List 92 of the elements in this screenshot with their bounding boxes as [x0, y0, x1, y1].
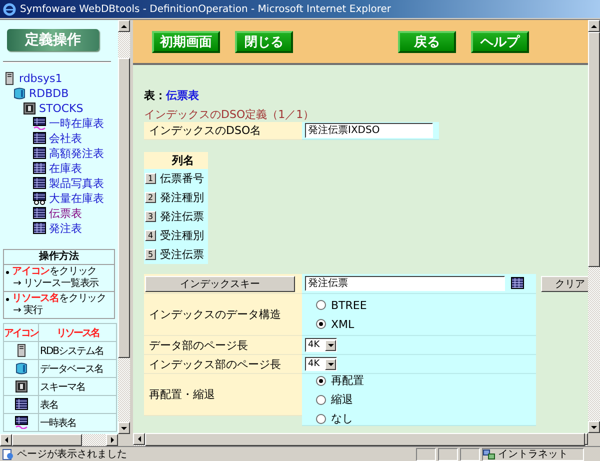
- tree-item[interactable]: RDBDB: [29, 87, 69, 100]
- option-label[interactable]: 縮退: [331, 392, 353, 407]
- tree-item[interactable]: STOCKS: [39, 102, 84, 115]
- radio-button[interactable]: [316, 319, 326, 329]
- input-field[interactable]: 発注伝票: [305, 276, 505, 291]
- tree-item[interactable]: 在庫表: [49, 161, 82, 176]
- temp-table-icon[interactable]: [33, 117, 46, 130]
- page-size-select[interactable]: 4K: [305, 338, 337, 352]
- option-label[interactable]: 再配置: [331, 373, 364, 388]
- help-text: → リソース一覧表示: [12, 278, 100, 290]
- radio-button[interactable]: [316, 414, 326, 424]
- section-header: 定義操作: [7, 29, 99, 51]
- page-icon: [2, 448, 14, 460]
- vertical-scrollbar[interactable]: [588, 20, 600, 433]
- field-label: インデックスのデータ構造: [149, 307, 281, 322]
- table-name: 伝票表: [166, 88, 199, 102]
- server-icon[interactable]: [14, 344, 28, 357]
- column-header: アイコン: [4, 324, 38, 341]
- schema-icon[interactable]: [14, 380, 28, 393]
- tree-item[interactable]: 高額発注表: [49, 146, 104, 161]
- table-icon[interactable]: [33, 162, 46, 175]
- field-label: 再配置・縮退: [149, 387, 215, 402]
- table-cell: データベース名: [39, 360, 116, 377]
- table-glasses-icon[interactable]: [33, 192, 46, 205]
- table-icon[interactable]: [33, 147, 46, 160]
- table-cell: 受注種別: [158, 226, 208, 245]
- radio-button[interactable]: [316, 300, 326, 310]
- toolbar-button[interactable]: 閉じる: [235, 30, 293, 52]
- tree-item[interactable]: 製品写真表: [49, 176, 104, 191]
- toolbar-button[interactable]: 初期画面: [152, 30, 220, 52]
- horizontal-scrollbar[interactable]: [133, 433, 588, 446]
- table-cell: 伝票番号: [158, 169, 208, 188]
- table-cell: 一時表名: [39, 414, 116, 431]
- schema-icon[interactable]: [23, 102, 36, 115]
- horizontal-scrollbar[interactable]: [0, 434, 118, 446]
- radio-button[interactable]: [316, 376, 326, 386]
- clear-button[interactable]: クリア: [541, 276, 588, 292]
- number-button[interactable]: 2: [145, 192, 156, 203]
- help-title: 操作方法: [4, 250, 114, 265]
- bullet-icon: [6, 298, 9, 300]
- field-label: インデックス部のページ長: [149, 356, 281, 372]
- table-icon[interactable]: [14, 398, 28, 411]
- number-button[interactable]: 4: [145, 230, 156, 241]
- network-icon: [483, 448, 495, 460]
- tree-item[interactable]: 一時在庫表: [49, 116, 104, 131]
- column-header: リソース名: [39, 324, 116, 341]
- field-label: データ部のページ長: [149, 338, 248, 352]
- section-title: インデックスのDSO定義（1／1）: [144, 108, 316, 122]
- server-icon[interactable]: [3, 72, 16, 85]
- index-key-button[interactable]: インデックスキー: [145, 276, 295, 292]
- table-cell: スキーマ名: [39, 378, 116, 395]
- help-text: アイコンをクリック: [12, 266, 97, 278]
- window-title: Symfoware WebDBtools - DefinitionOperation - Microsoft Internet Explorer: [20, 4, 392, 14]
- temp-table-icon[interactable]: [14, 416, 28, 429]
- table-icon[interactable]: [33, 177, 46, 190]
- toolbar-button[interactable]: ヘルプ: [471, 30, 529, 52]
- table-icon[interactable]: [33, 222, 46, 235]
- table-cell: 発注種別: [158, 188, 208, 207]
- table-icon[interactable]: [33, 132, 46, 145]
- tree-item[interactable]: 発注表: [49, 221, 82, 236]
- tree-item[interactable]: 大量在庫表: [49, 191, 104, 206]
- help-text: → 実行: [12, 305, 44, 317]
- tree-item[interactable]: 伝票表: [49, 206, 82, 221]
- database-icon[interactable]: [13, 87, 26, 100]
- table-cell: RDBシステム名: [39, 342, 116, 359]
- option-label[interactable]: BTREE: [331, 298, 367, 312]
- database-icon[interactable]: [14, 362, 28, 375]
- bullet-icon: [6, 270, 9, 274]
- input-field[interactable]: 発注伝票IXDSO: [305, 123, 433, 138]
- option-label[interactable]: なし: [331, 411, 353, 426]
- column-header: 列名: [158, 152, 208, 169]
- table-label: 表：: [144, 88, 166, 102]
- table-cell: 受注伝票: [158, 245, 208, 264]
- number-button[interactable]: 1: [145, 173, 156, 184]
- vertical-scrollbar[interactable]: [118, 20, 130, 434]
- page-size-select[interactable]: 4K: [305, 357, 337, 371]
- toolbar-button[interactable]: 戻る: [398, 30, 456, 52]
- help-text: リソース名をクリック: [12, 293, 106, 304]
- table-cell: 発注伝票: [158, 207, 208, 226]
- number-button[interactable]: 5: [145, 249, 156, 260]
- field-label: インデックスのDSO名: [149, 123, 262, 138]
- table-icon[interactable]: [511, 277, 524, 290]
- status-message: ページが表示されました: [17, 448, 127, 461]
- table-cell: 表名: [39, 396, 116, 413]
- number-button[interactable]: 3: [145, 211, 156, 222]
- tree-item[interactable]: rdbsys1: [19, 72, 62, 85]
- table-icon[interactable]: [33, 207, 46, 220]
- browser-icon[interactable]: [3, 2, 16, 16]
- tree-item[interactable]: 会社表: [49, 131, 82, 146]
- option-label[interactable]: XML: [331, 318, 354, 330]
- radio-button[interactable]: [316, 394, 326, 404]
- zone-label: イントラネット: [498, 448, 568, 461]
